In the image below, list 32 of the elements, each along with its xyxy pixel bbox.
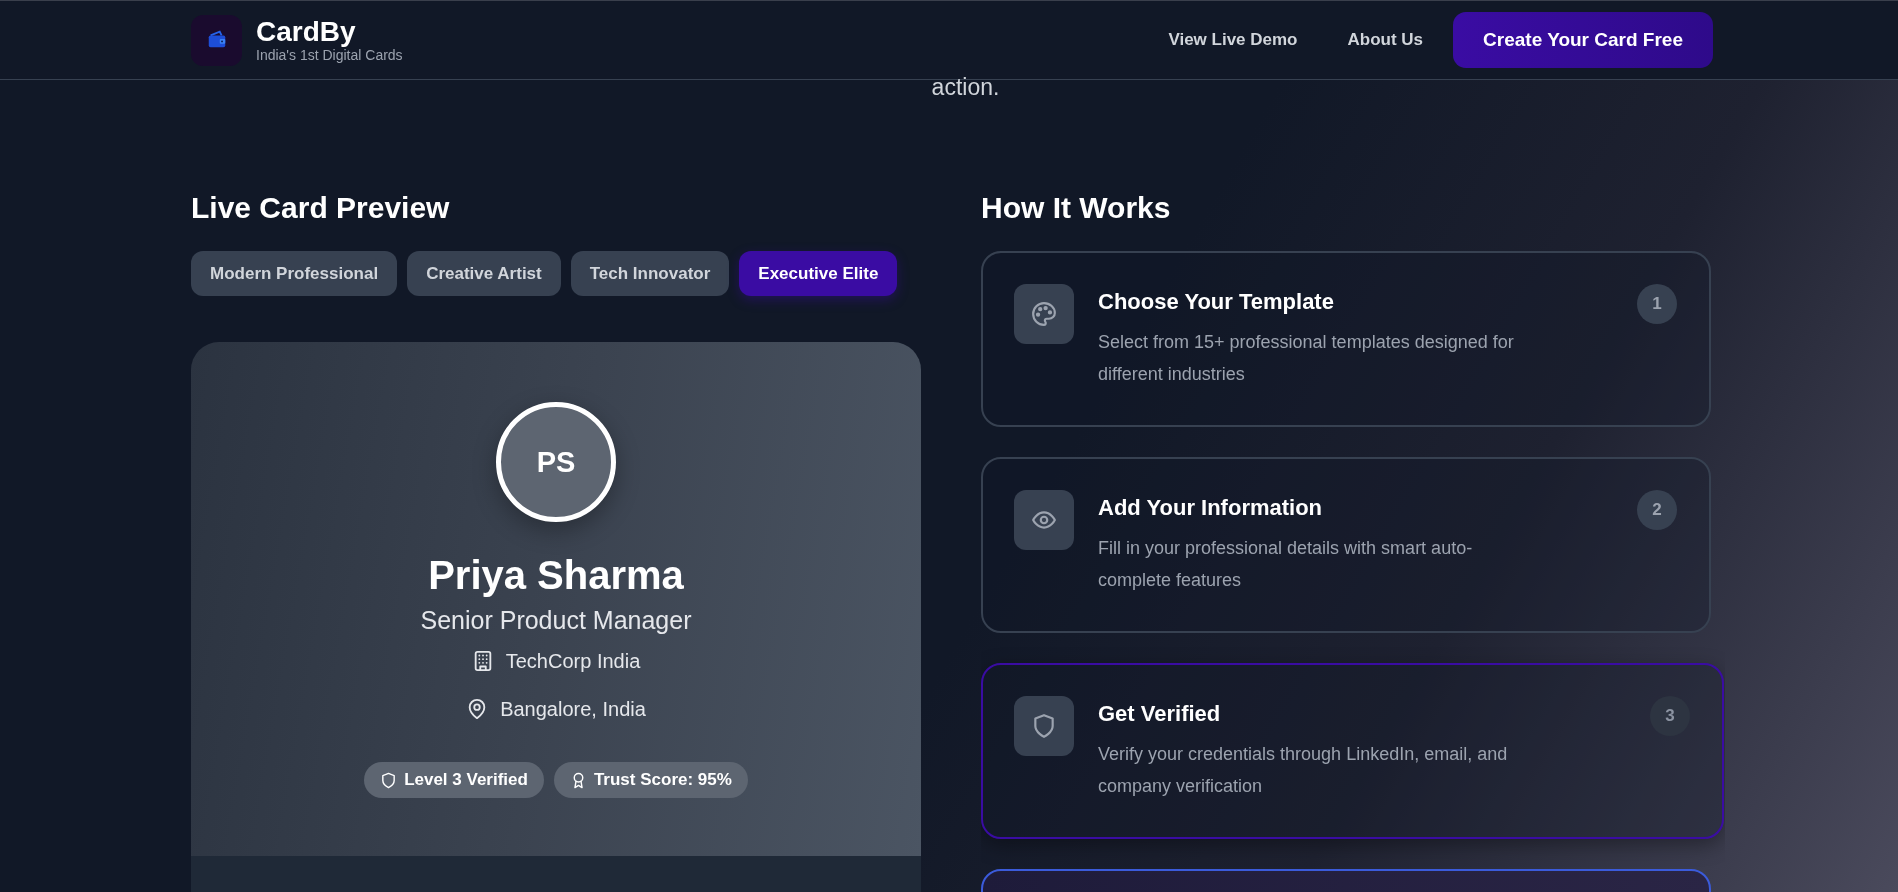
avatar-initials: PS — [496, 402, 616, 522]
shield-icon — [1031, 713, 1057, 739]
template-tab[interactable]: Tech Innovator — [570, 251, 730, 296]
step-description: Select from 15+ professional templates designed for different industries — [1098, 331, 1515, 386]
person-name: Priya Sharma — [428, 552, 684, 598]
step-number: 3 — [1650, 696, 1690, 736]
nav-link[interactable]: About Us — [1347, 30, 1424, 50]
logo-tile[interactable] — [191, 14, 242, 66]
create-card-button[interactable]: Create Your Card Free — [1453, 12, 1713, 68]
intro-text: action. — [931, 74, 1000, 100]
shield-icon — [380, 771, 398, 789]
step-number: 2 — [1637, 490, 1677, 530]
template-tab[interactable]: Executive Elite — [739, 251, 898, 296]
badge-label: Trust Score: 95% — [593, 770, 732, 790]
step-title: Add Your Information — [1098, 494, 1324, 522]
job-title: Senior Product Manager — [420, 605, 692, 636]
section-heading: Live Card Preview — [191, 190, 451, 226]
palette-icon — [1031, 301, 1057, 327]
nav-link[interactable]: View Live Demo — [1168, 30, 1298, 50]
step-title: Get Verified — [1098, 700, 1222, 728]
step-description: Fill in your professional details with smart auto-complete features — [1098, 537, 1474, 592]
template-tab[interactable]: Modern Professional — [191, 251, 398, 296]
step-number: 1 — [1637, 284, 1677, 324]
brand-name: CardBy — [256, 17, 357, 47]
step-description: Verify your credentials through LinkedIn, email, and company verification — [1098, 743, 1509, 798]
badge-label: Level 3 Verified — [404, 770, 528, 790]
step-title: Choose Your Template — [1098, 288, 1335, 316]
location-text: Bangalore, India — [500, 697, 646, 722]
company-name: TechCorp India — [505, 649, 641, 674]
template-tab[interactable]: Creative Artist — [407, 251, 561, 296]
section-heading: How It Works — [981, 190, 1172, 226]
brand-tagline: India's 1st Digital Cards — [256, 46, 403, 63]
